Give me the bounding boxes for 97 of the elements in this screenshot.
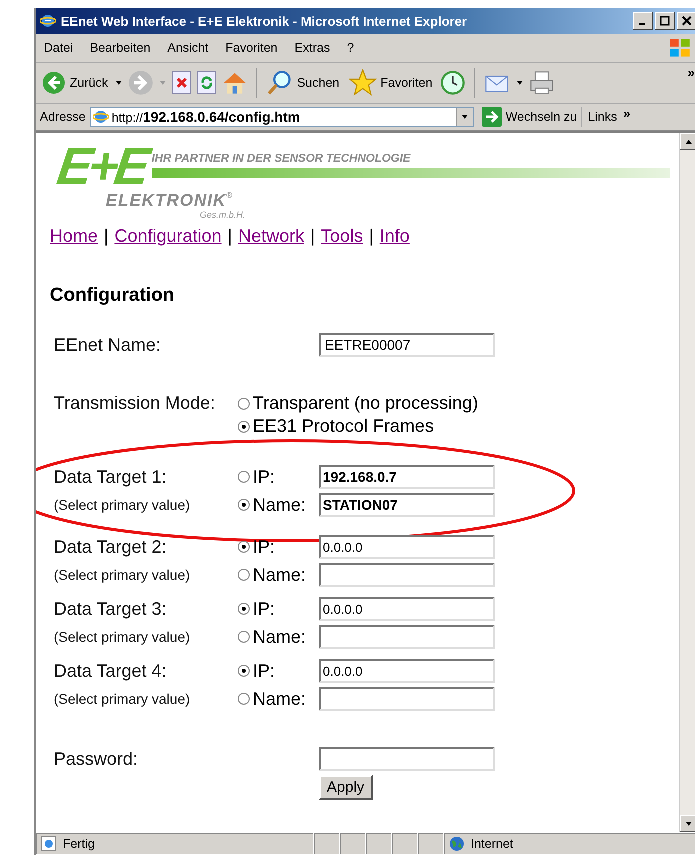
caret-icon[interactable] <box>460 113 469 121</box>
status-text: Fertig <box>63 837 95 851</box>
minimize-button[interactable] <box>633 12 653 30</box>
favorites-button[interactable]: Favoriten <box>346 69 435 97</box>
text-field[interactable] <box>319 687 495 711</box>
globe-icon <box>449 836 465 852</box>
text-field[interactable]: 192.168.0.7 <box>319 465 495 489</box>
text-field[interactable]: 0.0.0.0 <box>319 659 495 683</box>
radio-button[interactable] <box>238 603 250 615</box>
nav-separator: | <box>310 226 316 247</box>
radio-label[interactable]: Name: <box>253 688 306 710</box>
radio-label[interactable]: Name: <box>253 494 306 516</box>
password-field[interactable] <box>319 747 495 771</box>
nav-link[interactable]: Info <box>380 226 410 247</box>
radio-button[interactable] <box>238 398 250 410</box>
field-label: Data Target 3: <box>54 598 168 620</box>
dropdown-button[interactable] <box>456 108 473 126</box>
field-label: Transmission Mode: <box>54 393 216 414</box>
printer-icon[interactable] <box>528 70 555 96</box>
field-label: Password: <box>54 748 140 770</box>
page-icon <box>41 836 57 852</box>
refresh-icon[interactable] <box>197 71 218 95</box>
go-button[interactable]: Wechseln zu <box>478 107 582 127</box>
radio-button[interactable] <box>238 499 250 511</box>
radio-button[interactable] <box>238 541 250 553</box>
address-field[interactable]: http://192.168.0.64/config.htm <box>90 107 474 127</box>
address-label: Adresse <box>40 110 86 124</box>
logo-name: ELEKTRONIK <box>106 191 226 211</box>
stop-icon[interactable] <box>172 71 192 95</box>
maximize-button[interactable] <box>655 12 675 30</box>
radio-label[interactable]: IP: <box>253 660 276 682</box>
radio-label[interactable]: IP: <box>253 466 276 488</box>
radio-label[interactable]: IP: <box>253 536 276 558</box>
nav-link[interactable]: Network <box>238 226 304 247</box>
radio-button[interactable] <box>238 420 250 432</box>
field-label: Data Target 1: <box>54 466 168 488</box>
scroll-down-icon[interactable] <box>684 820 692 828</box>
radio-label[interactable]: Transparent (no processing) <box>253 393 478 414</box>
radio-button[interactable] <box>238 569 250 581</box>
browser-icon <box>92 109 109 125</box>
radio-button[interactable] <box>238 665 250 677</box>
back-button[interactable]: Zurück <box>40 71 110 95</box>
text-field[interactable]: STATION07 <box>319 493 495 517</box>
radio-label[interactable]: Name: <box>253 626 306 648</box>
search-button[interactable]: Suchen <box>265 70 342 96</box>
links-button[interactable]: Links <box>586 110 620 124</box>
nav-separator: | <box>104 226 109 247</box>
nav-link[interactable]: Tools <box>321 226 364 247</box>
apply-button[interactable]: Apply <box>319 775 373 800</box>
caret-icon[interactable] <box>115 79 124 87</box>
nav-separator: | <box>369 226 374 247</box>
radio-label[interactable]: Name: <box>253 564 306 586</box>
text-field[interactable]: 0.0.0.0 <box>319 597 495 621</box>
text-field[interactable]: 0.0.0.0 <box>319 535 495 559</box>
field-label: EEnet Name: <box>54 334 162 356</box>
radio-label[interactable]: EE31 Protocol Frames <box>253 416 434 437</box>
menu-item[interactable]: Favoriten <box>226 41 278 55</box>
radio-label[interactable]: IP: <box>253 598 276 620</box>
logo-slogan: IHR PARTNER IN DER SENSOR TECHNOLOGIE <box>152 153 412 165</box>
menu-item[interactable]: Bearbeiten <box>90 41 151 55</box>
nav-link[interactable]: Configuration <box>114 226 222 247</box>
eenet-name-field[interactable]: EETRE00007 <box>319 333 495 357</box>
radio-button[interactable] <box>238 693 250 705</box>
maximize-icon[interactable] <box>660 16 670 26</box>
field-label: Data Target 2: <box>54 536 168 558</box>
menu-item[interactable]: Extras <box>294 41 330 55</box>
close-button[interactable] <box>677 12 695 30</box>
logo-legal-form: Ges.m.b.H. <box>200 211 247 220</box>
nav-link[interactable]: Home <box>50 226 98 247</box>
menu-item[interactable]: Ansicht <box>168 41 209 55</box>
more-button[interactable]: » <box>623 106 633 121</box>
caret-icon[interactable] <box>516 79 524 87</box>
search-icon[interactable] <box>267 70 294 96</box>
history-icon[interactable] <box>440 70 466 96</box>
scroll-up-icon[interactable] <box>684 138 692 146</box>
field-hint: (Select primary value) <box>54 497 192 513</box>
page-heading: Configuration <box>50 285 176 307</box>
close-icon[interactable] <box>682 16 692 26</box>
star-icon[interactable] <box>348 69 377 97</box>
field-hint: (Select primary value) <box>54 567 192 583</box>
nav-separator: | <box>228 226 232 247</box>
more-button[interactable]: » <box>688 65 695 80</box>
radio-button[interactable] <box>238 631 250 643</box>
menu-item[interactable]: ? <box>347 41 354 55</box>
window-title: EEnet Web Interface - E+E Elektronik - Microsoft Internet Explorer <box>61 14 468 28</box>
menu-item[interactable]: Datei <box>44 41 74 55</box>
text-field[interactable] <box>319 625 495 649</box>
field-label: Data Target 4: <box>54 660 168 682</box>
browser-icon <box>40 13 56 29</box>
radio-button[interactable] <box>238 471 250 483</box>
scrollbar[interactable] <box>679 133 695 832</box>
text-field[interactable] <box>319 563 495 587</box>
zone-text: Internet <box>471 837 514 851</box>
registered-mark: ® <box>226 191 232 200</box>
field-hint: (Select primary value) <box>54 629 192 645</box>
windows-logo-icon <box>669 37 691 59</box>
field-hint: (Select primary value) <box>54 691 192 707</box>
